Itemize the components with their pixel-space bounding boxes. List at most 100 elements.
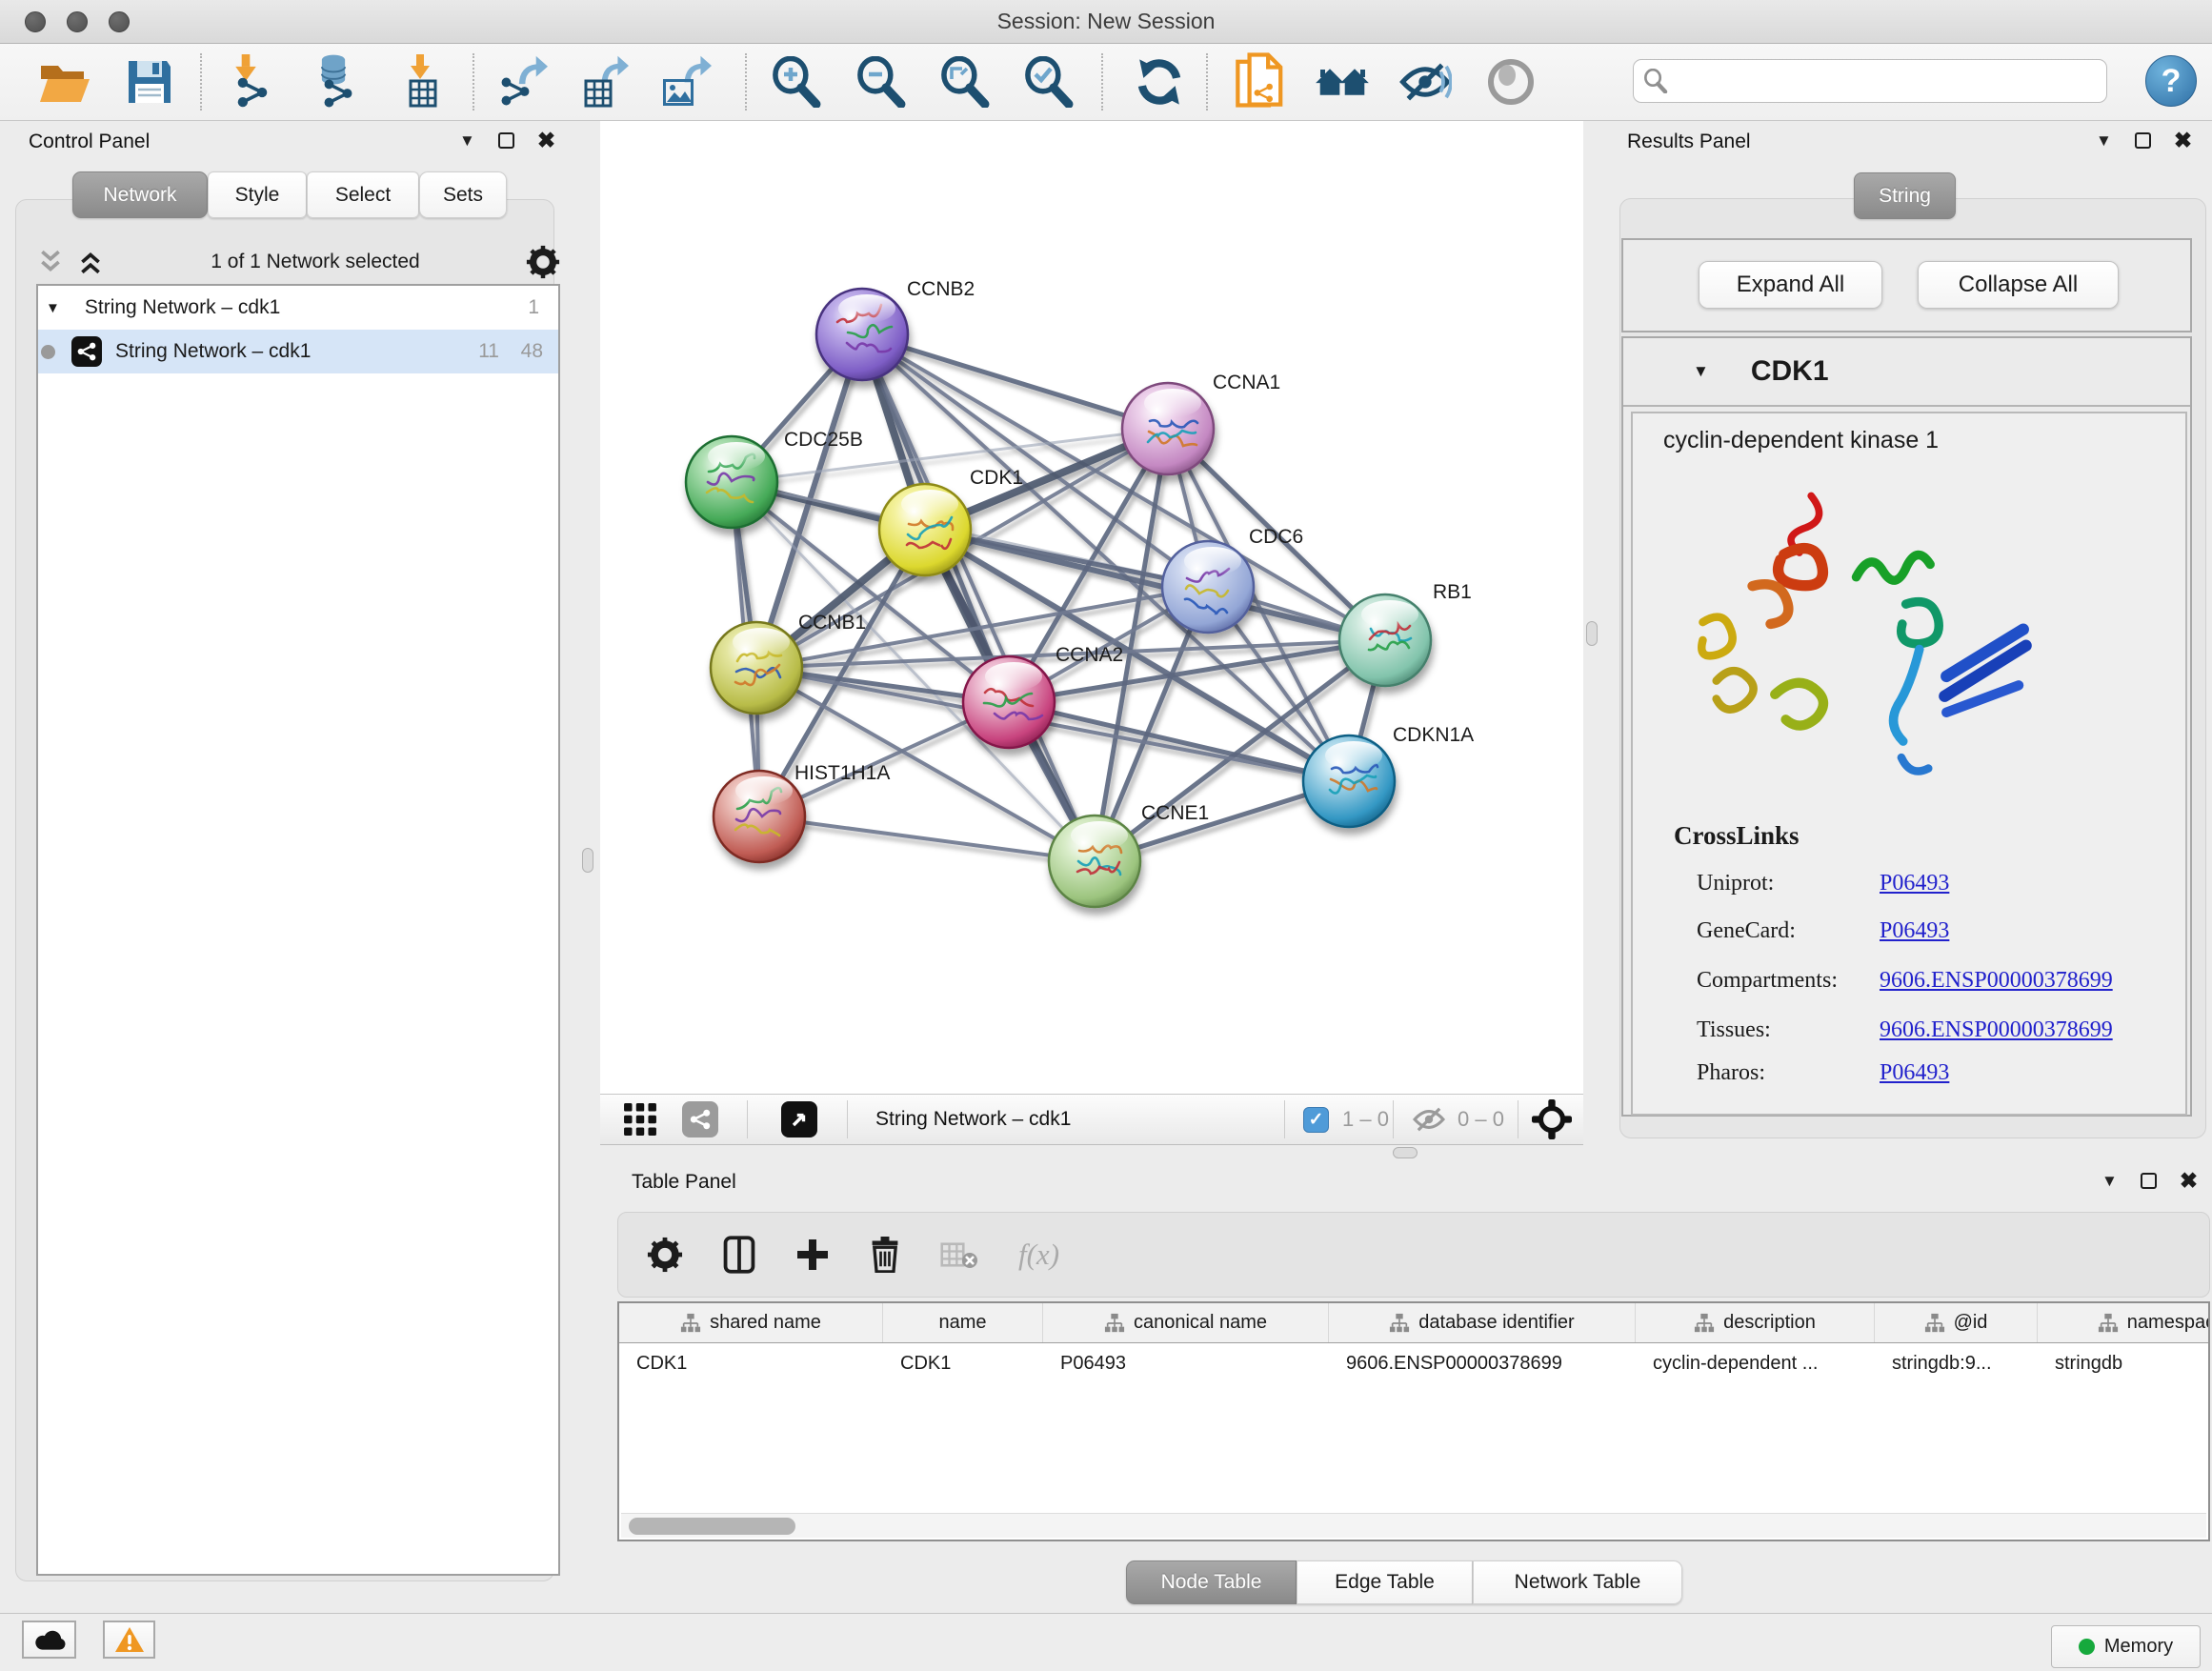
left-splitter-handle[interactable] xyxy=(582,848,593,873)
export-table-button[interactable] xyxy=(575,51,636,112)
column-header[interactable]: @id xyxy=(1875,1303,2038,1342)
zoom-selected-button[interactable] xyxy=(1018,51,1079,112)
network-node-HIST1H1A[interactable] xyxy=(714,771,805,862)
table-gear-icon[interactable] xyxy=(647,1237,683,1273)
network-node-CCNA1[interactable] xyxy=(1122,383,1214,474)
tab-edge-table[interactable]: Edge Table xyxy=(1297,1560,1473,1604)
network-node-CCNB2[interactable] xyxy=(816,289,908,380)
export-network-button[interactable] xyxy=(494,51,555,112)
tree-expand-icon[interactable]: ▼ xyxy=(46,300,60,316)
collapse-all-icon[interactable] xyxy=(36,249,65,275)
select-columns-icon[interactable] xyxy=(723,1236,755,1274)
network-canvas[interactable]: CCNB2CCNA1CDC25BCDK1CDC6RB1CCNB1CCNA2CDK… xyxy=(600,121,1583,1094)
network-node-CDC6[interactable] xyxy=(1162,541,1254,633)
collapse-panel-icon[interactable]: ▼ xyxy=(2096,131,2112,151)
column-header[interactable]: shared name xyxy=(619,1303,883,1342)
node-table[interactable]: shared name name canonical name database… xyxy=(617,1301,2210,1541)
scrollbar-thumb[interactable] xyxy=(629,1518,795,1535)
float-panel-icon[interactable] xyxy=(2135,132,2151,149)
tab-network[interactable]: Network xyxy=(72,171,208,218)
right-splitter-handle[interactable] xyxy=(1586,621,1598,646)
node-label-CCNB2: CCNB2 xyxy=(907,278,975,300)
function-builder-icon: f(x) xyxy=(1018,1238,1059,1272)
import-network-database-button[interactable] xyxy=(308,51,369,112)
gene-name: CDK1 xyxy=(1751,355,1829,388)
close-panel-icon[interactable]: ✖ xyxy=(537,130,555,151)
column-header[interactable]: description xyxy=(1636,1303,1875,1342)
tab-style[interactable]: Style xyxy=(208,171,307,218)
network-node-CDK1[interactable] xyxy=(879,484,971,575)
expand-all-button[interactable]: Expand All xyxy=(1699,261,1882,309)
import-table-file-button[interactable] xyxy=(392,51,453,112)
main-toolbar: ? xyxy=(0,44,2212,121)
network-badge-gray[interactable] xyxy=(682,1095,718,1144)
network-node-CDC25B[interactable] xyxy=(686,436,777,528)
save-session-button[interactable] xyxy=(119,51,180,112)
delete-column-icon[interactable] xyxy=(870,1237,900,1273)
zoom-in-button[interactable] xyxy=(766,51,827,112)
close-panel-icon[interactable]: ✖ xyxy=(2180,1170,2198,1192)
network-name: String Network – cdk1 xyxy=(115,340,311,363)
collapse-panel-icon[interactable]: ▼ xyxy=(2101,1172,2118,1191)
close-panel-icon[interactable]: ✖ xyxy=(2174,130,2192,151)
eye-slash-button[interactable] xyxy=(1395,51,1456,112)
gray-sphere-button[interactable] xyxy=(1480,51,1541,112)
export-image-button[interactable] xyxy=(656,51,717,112)
expand-all-icon[interactable] xyxy=(76,249,105,275)
network-graph[interactable]: CCNB2CCNA1CDC25BCDK1CDC6RB1CCNB1CCNA2CDK… xyxy=(600,121,1583,1094)
horizontal-scrollbar[interactable] xyxy=(621,1513,2206,1538)
tab-string[interactable]: String xyxy=(1854,172,1956,219)
column-header[interactable]: database identifier xyxy=(1329,1303,1636,1342)
float-panel-icon[interactable] xyxy=(2141,1173,2157,1189)
tissues-link[interactable]: 9606.ENSP00000378699 xyxy=(1880,1017,2113,1042)
uniprot-link[interactable]: P06493 xyxy=(1880,871,1949,896)
zoom-out-icon xyxy=(855,56,907,108)
import-network-file-button[interactable] xyxy=(223,51,284,112)
gene-section-header[interactable]: ▼ CDK1 xyxy=(1623,338,2190,407)
warnings-button[interactable] xyxy=(103,1621,155,1659)
collapse-all-button[interactable]: Collapse All xyxy=(1918,261,2119,309)
horizontal-splitter-handle[interactable] xyxy=(1393,1147,1418,1158)
crosslinks-title: CrossLinks xyxy=(1674,821,1800,851)
tab-select[interactable]: Select xyxy=(307,171,419,218)
gear-icon[interactable] xyxy=(526,245,560,279)
selected-checkbox-icon[interactable]: ✓ xyxy=(1303,1107,1329,1133)
column-header[interactable]: canonical name xyxy=(1043,1303,1329,1342)
float-panel-icon[interactable] xyxy=(498,132,514,149)
refresh-button[interactable] xyxy=(1129,51,1190,112)
help-button[interactable]: ? xyxy=(2145,55,2197,107)
cloud-button[interactable] xyxy=(22,1621,76,1659)
tab-network-table[interactable]: Network Table xyxy=(1473,1560,1682,1604)
genecard-link[interactable]: P06493 xyxy=(1880,918,1949,943)
open-in-window-button[interactable] xyxy=(781,1095,817,1144)
compartments-link[interactable]: 9606.ENSP00000378699 xyxy=(1880,968,2113,993)
collapse-panel-icon[interactable]: ▼ xyxy=(459,131,475,151)
table-row[interactable]: CDK1 CDK1 P06493 9606.ENSP00000378699 cy… xyxy=(619,1343,2208,1383)
column-type-icon xyxy=(1694,1313,1715,1334)
network-node-CCNA2[interactable] xyxy=(963,656,1055,748)
string-document-button[interactable] xyxy=(1230,51,1291,112)
column-header[interactable]: name xyxy=(883,1303,1043,1342)
add-column-icon[interactable] xyxy=(795,1238,830,1272)
pharos-link[interactable]: P06493 xyxy=(1880,1060,1949,1085)
birds-eye-view-button[interactable] xyxy=(623,1095,657,1144)
double-house-button[interactable] xyxy=(1313,51,1374,112)
column-header[interactable]: namespace xyxy=(2038,1303,2210,1342)
tab-node-table[interactable]: Node Table xyxy=(1126,1560,1297,1604)
network-node-CCNB1[interactable] xyxy=(711,622,802,714)
tab-sets[interactable]: Sets xyxy=(419,171,507,218)
memory-button[interactable]: Memory xyxy=(2051,1625,2201,1668)
zoom-out-button[interactable] xyxy=(851,51,912,112)
network-collection-row[interactable]: ▼ String Network – cdk1 1 xyxy=(38,286,558,330)
network-node-RB1[interactable] xyxy=(1339,594,1431,686)
network-row[interactable]: String Network – cdk1 11 48 xyxy=(38,330,558,373)
node-label-CDKN1A: CDKN1A xyxy=(1393,724,1474,746)
zoom-fit-button[interactable] xyxy=(935,51,995,112)
search-input[interactable] xyxy=(1668,62,2106,100)
network-node-CCNE1[interactable] xyxy=(1049,815,1140,907)
network-node-CDKN1A[interactable] xyxy=(1303,735,1395,827)
open-session-button[interactable] xyxy=(34,51,95,112)
column-type-icon xyxy=(1924,1313,1945,1334)
section-expand-icon[interactable]: ▼ xyxy=(1693,362,1709,381)
fit-selected-button[interactable] xyxy=(1532,1095,1572,1144)
